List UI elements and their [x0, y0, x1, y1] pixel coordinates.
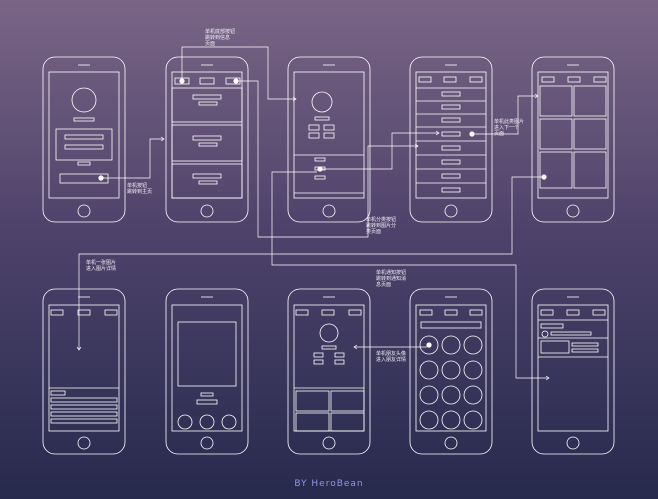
annotation-info-to-notifications: 单机通知按钮 跳转到通知消 息页面 — [376, 270, 406, 288]
annotation-line: 进入朋友详情 — [376, 357, 407, 363]
annotation-line: 息页面 — [376, 282, 392, 288]
phone-friends — [409, 288, 493, 455]
canvas: 单机底部按钮 跳转到信息 页面 单机按钮 跳转到主页 单机此类图片 进入下一个 … — [0, 0, 658, 499]
annotation-line: 跳转到主页 — [127, 189, 153, 195]
annotation-line: 页面 — [205, 41, 216, 47]
annotation-login-to-home: 单机按钮 跳转到主页 — [127, 183, 152, 195]
phone-media — [165, 288, 249, 455]
phone-info — [287, 56, 371, 223]
credit-footer: BY HeroBean — [0, 479, 658, 489]
phone-photo-grid — [531, 56, 615, 223]
phone-photo-detail — [42, 288, 126, 455]
wireframe-diagram — [42, 46, 615, 455]
annotation-home-to-info: 单机底部按钮 跳转到信息 页面 — [205, 29, 235, 47]
annotation-line: 类页面 — [366, 229, 382, 235]
credit-text: BY HeroBean — [294, 479, 364, 489]
phone-friend-profile — [287, 288, 371, 455]
phone-notifications — [531, 288, 615, 455]
annotation-category-to-grid: 单机此类图片 进入下一个 页面 — [494, 119, 524, 137]
phone-login — [42, 56, 126, 223]
phone-home — [165, 56, 249, 223]
phone-category — [409, 56, 493, 223]
annotation-grid-to-detail: 单机一张图片 进入图片详情 — [86, 260, 116, 272]
annotation-info-to-category: 单机分类按钮 跳转到图片分 类页面 — [366, 217, 396, 235]
annotation-line: 进入图片详情 — [86, 266, 117, 272]
annotation-friends-to-profile: 单机朋友头像 进入朋友详情 — [376, 351, 406, 363]
annotation-line: 页面 — [494, 131, 505, 137]
